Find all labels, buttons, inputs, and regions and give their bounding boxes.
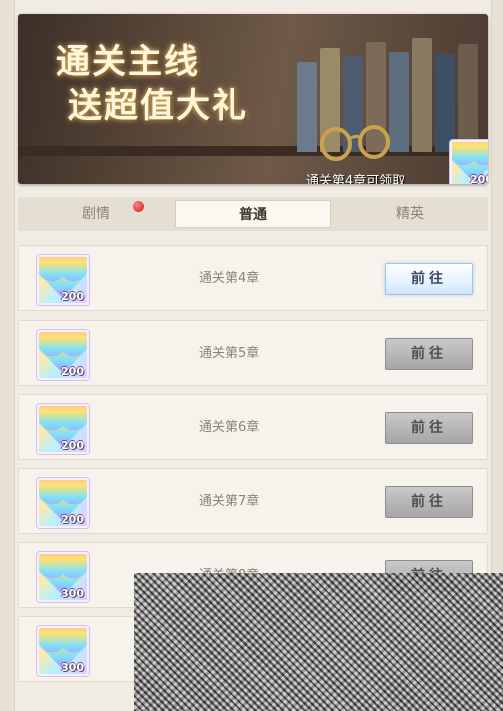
go-button[interactable]: 前往 [385,486,473,518]
reward-quantity: 300 [61,661,84,674]
book-illustration [412,38,432,152]
reward-quantity: 200 [61,290,84,303]
tab-label: 精英 [396,206,424,222]
tab-bar: 剧情 普通 精英 [18,197,488,231]
chapter-requirement: 通关第4章 [199,271,260,286]
go-button[interactable]: 前往 [385,412,473,444]
tab-label: 普通 [239,207,267,223]
banner-title-line1: 通关主线 [56,42,200,82]
reward-quantity: 200 [61,439,84,452]
go-button[interactable]: 前往 [385,263,473,295]
reward-quantity: 200 [61,365,84,378]
reward-row: 200 通关第4章 前往 [18,245,488,311]
reward-item[interactable]: 200 [37,255,89,305]
reward-item[interactable]: 200 [37,404,89,454]
tab-label: 剧情 [82,206,110,222]
main-story-banner: 通关主线 送超值大礼 通关第4章可领取 200 [18,14,488,184]
book-illustration [297,62,317,152]
reward-quantity: 200 [470,173,488,184]
banner-title: 通关主线 送超值大礼 [56,40,248,128]
chapter-requirement: 通关第7章 [199,494,260,509]
reward-row: 200 通关第7章 前往 [18,468,488,534]
tab-normal[interactable]: 普通 [175,200,331,228]
glasses-icon [320,125,390,161]
chapter-requirement: 通关第6章 [199,420,260,435]
banner-reward-item[interactable]: 200 [450,140,488,184]
tab-elite[interactable]: 精英 [332,200,488,228]
banner-title-line2: 送超值大礼 [68,86,248,126]
chapter-requirement: 通关第5章 [199,346,260,361]
reward-item[interactable]: 200 [37,330,89,380]
red-dot-icon [133,201,144,212]
tab-story[interactable]: 剧情 [18,200,174,228]
reward-item[interactable]: 200 [37,478,89,528]
reward-quantity: 200 [61,513,84,526]
book-illustration [458,44,478,152]
reward-row: 200 通关第6章 前往 [18,394,488,460]
reward-row: 200 通关第5章 前往 [18,320,488,386]
banner-reward-note: 通关第4章可领取 [306,174,406,184]
obscured-region [134,573,503,711]
reward-quantity: 300 [61,587,84,600]
book-illustration [435,54,455,152]
go-button[interactable]: 前往 [385,338,473,370]
reward-item[interactable]: 300 [37,626,89,676]
reward-item[interactable]: 300 [37,552,89,602]
